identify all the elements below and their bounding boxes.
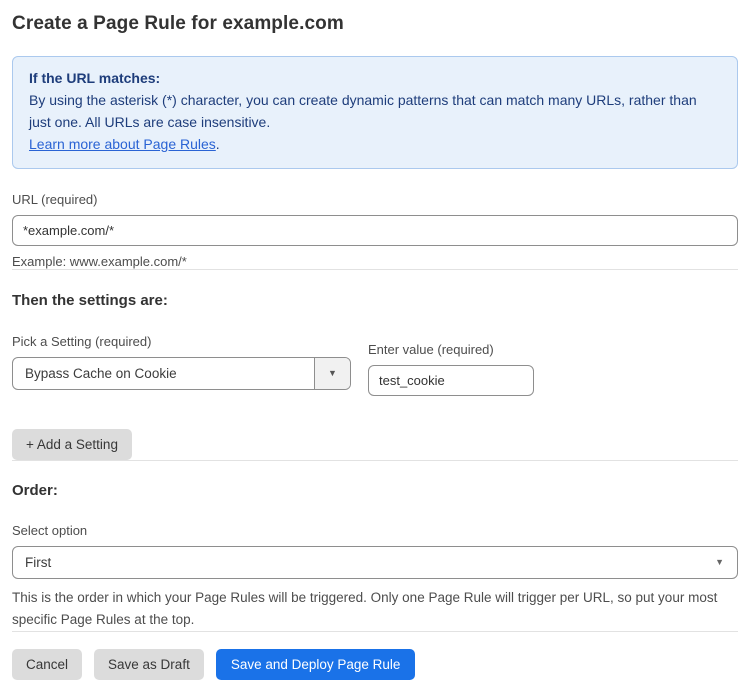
order-select-label: Select option — [12, 523, 738, 538]
info-body-text: By using the asterisk (*) character, you… — [29, 90, 721, 134]
setting-row: Pick a Setting (required) Bypass Cache o… — [12, 334, 738, 396]
footer-action-bar: Cancel Save as Draft Save and Deploy Pag… — [12, 649, 738, 680]
pick-setting-group: Pick a Setting (required) Bypass Cache o… — [12, 334, 351, 390]
divider — [12, 631, 738, 632]
create-page-rule-form: Create a Page Rule for example.com If th… — [0, 0, 750, 680]
setting-select-caret-button[interactable]: ▼ — [314, 358, 350, 389]
save-and-deploy-button[interactable]: Save and Deploy Page Rule — [216, 649, 416, 680]
add-setting-button[interactable]: + Add a Setting — [12, 429, 132, 460]
settings-section-heading: Then the settings are: — [12, 292, 738, 309]
enter-value-group: Enter value (required) — [368, 342, 534, 396]
enter-value-label: Enter value (required) — [368, 342, 534, 357]
learn-more-link[interactable]: Learn more about Page Rules — [29, 136, 216, 152]
info-heading: If the URL matches: — [29, 68, 721, 90]
save-as-draft-button[interactable]: Save as Draft — [94, 649, 204, 680]
link-suffix: . — [216, 136, 220, 152]
order-section-heading: Order: — [12, 482, 738, 499]
setting-select[interactable]: Bypass Cache on Cookie ▼ — [12, 357, 351, 390]
info-link-line: Learn more about Page Rules. — [29, 134, 721, 156]
caret-down-icon: ▼ — [328, 368, 337, 378]
setting-select-value: Bypass Cache on Cookie — [13, 358, 314, 389]
divider — [12, 269, 738, 270]
url-match-info-callout: If the URL matches: By using the asteris… — [12, 56, 738, 169]
caret-down-icon: ▼ — [715, 557, 724, 567]
setting-value-input[interactable] — [368, 365, 534, 396]
url-field-label: URL (required) — [12, 192, 738, 207]
page-title: Create a Page Rule for example.com — [12, 13, 738, 35]
order-select-value: First — [25, 555, 51, 570]
cancel-button[interactable]: Cancel — [12, 649, 82, 680]
order-help-text: This is the order in which your Page Rul… — [12, 587, 738, 631]
url-field-group: URL (required) Example: www.example.com/… — [12, 192, 738, 269]
url-example-text: Example: www.example.com/* — [12, 254, 738, 269]
order-select[interactable]: First ▼ — [12, 546, 738, 579]
url-input[interactable] — [12, 215, 738, 246]
divider — [12, 460, 738, 461]
pick-setting-label: Pick a Setting (required) — [12, 334, 351, 349]
